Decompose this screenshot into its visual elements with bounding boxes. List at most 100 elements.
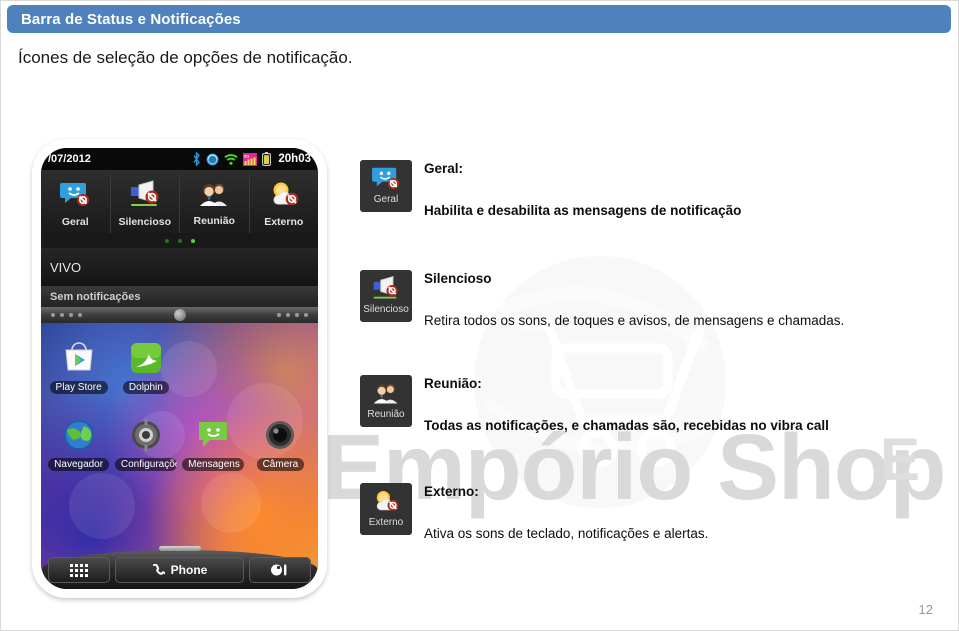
dock-tab-handle[interactable] bbox=[158, 546, 201, 551]
slide-page: Empório Shop E Barra de Status e Notific… bbox=[0, 0, 959, 631]
app-navegador[interactable]: Navegador bbox=[45, 416, 112, 471]
grip-dots-right bbox=[277, 313, 308, 317]
app-label: Dolphin bbox=[122, 381, 169, 394]
globe-browser-icon bbox=[60, 416, 98, 454]
quick-settings-panel: Geral Silencioso Reunião Externo bbox=[41, 170, 318, 248]
battery-icon bbox=[262, 152, 272, 166]
camera-lens-icon bbox=[261, 416, 299, 454]
thumb-externo: Externo bbox=[360, 483, 412, 535]
notification-drag-handle[interactable] bbox=[41, 307, 318, 323]
status-date: /07/2012 bbox=[48, 153, 91, 165]
bokeh-circle bbox=[201, 473, 261, 533]
app-label: Navegador bbox=[48, 458, 110, 471]
description-item-geral: Geral Geral: Habilita e desabilita as me… bbox=[360, 160, 940, 270]
description-item-silencioso: Silencioso Silencioso Retira todos os so… bbox=[360, 270, 940, 375]
app-drawer-icon bbox=[70, 563, 88, 577]
description-text-geral: Geral: Habilita e desabilita as mensagen… bbox=[412, 160, 741, 219]
carrier-strip: VIVO bbox=[41, 248, 318, 286]
carrier-name: VIVO bbox=[50, 259, 82, 275]
people-icon bbox=[372, 379, 400, 407]
bokeh-circle bbox=[69, 473, 135, 539]
description-title: Geral: bbox=[424, 161, 464, 176]
settings-gear-icon bbox=[127, 416, 165, 454]
quick-toggle-label: Externo bbox=[264, 216, 304, 228]
phone-button[interactable]: Phone bbox=[115, 557, 244, 583]
phone-screen: /07/2012 3G 20h03 Geral Silencioso Reuni… bbox=[41, 148, 318, 589]
thumb-geral: Geral bbox=[360, 160, 412, 212]
app-grid: Play Store Dolphin Navegador Configuraçõ… bbox=[41, 323, 318, 471]
phone-homescreen: Play Store Dolphin Navegador Configuraçõ… bbox=[41, 323, 318, 589]
thumb-label: Silencioso bbox=[363, 304, 409, 315]
app-label: Mensagens bbox=[182, 458, 245, 471]
quick-toggle-label: Reunião bbox=[193, 215, 235, 227]
status-icon-group: 3G bbox=[192, 152, 272, 166]
thumb-label: Externo bbox=[368, 517, 404, 528]
app-play-store[interactable]: Play Store bbox=[45, 339, 112, 394]
quick-toggle-reuniao[interactable]: Reunião bbox=[180, 175, 250, 233]
sun-cloud-disabled-icon bbox=[268, 180, 300, 213]
app-configuracoes[interactable]: Configurações bbox=[112, 416, 179, 471]
description-text-silencioso: Silencioso Retira todos os sons, de toqu… bbox=[412, 270, 844, 329]
megaphone-disabled-icon bbox=[129, 180, 161, 213]
wifi-icon bbox=[224, 153, 239, 165]
intro-caption: Ícones de seleção de opções de notificaç… bbox=[18, 48, 353, 67]
app-spacer-1 bbox=[180, 339, 247, 394]
contacts-button[interactable] bbox=[249, 557, 311, 583]
app-spacer-2 bbox=[247, 339, 314, 394]
svg-text:3G: 3G bbox=[244, 153, 249, 158]
message-bubble-disabled-icon bbox=[60, 180, 90, 213]
description-body: Ativa os sons de teclado, notificações e… bbox=[424, 526, 709, 542]
bluetooth-icon bbox=[193, 152, 201, 166]
quick-toggle-geral[interactable]: Geral bbox=[41, 175, 111, 233]
app-label: Play Store bbox=[49, 381, 108, 394]
description-body: Retira todos os sons, de toques e avisos… bbox=[424, 313, 845, 329]
description-title: Externo: bbox=[424, 484, 479, 499]
app-dolphin[interactable]: Dolphin bbox=[112, 339, 179, 394]
quick-toggle-label: Geral bbox=[61, 216, 89, 228]
thumb-label: Geral bbox=[373, 194, 399, 205]
status-time: 20h03 bbox=[278, 153, 311, 165]
dolphin-browser-icon bbox=[127, 339, 165, 377]
thumb-reuniao: Reunião bbox=[360, 375, 412, 427]
description-body: Habilita e desabilita as mensagens de no… bbox=[424, 203, 742, 219]
description-title: Reunião: bbox=[424, 376, 482, 391]
signal-3g-icon: 3G bbox=[243, 152, 258, 166]
description-title: Silencioso bbox=[424, 271, 492, 286]
grip-dots-left bbox=[51, 313, 82, 317]
sun-cloud-disabled-icon bbox=[372, 487, 400, 515]
phone-status-bar: /07/2012 3G 20h03 bbox=[41, 148, 318, 170]
app-drawer-button[interactable] bbox=[48, 557, 110, 583]
quick-toggle-label: Silencioso bbox=[118, 216, 171, 228]
description-body: Todas as notificações, e chamadas são, r… bbox=[424, 418, 829, 434]
play-store-icon bbox=[60, 339, 98, 377]
quick-toggle-externo[interactable]: Externo bbox=[250, 175, 319, 233]
quick-toggle-silencioso[interactable]: Silencioso bbox=[111, 175, 180, 233]
no-notifications-row: Sem notificações bbox=[41, 286, 318, 307]
app-mensagens[interactable]: Mensagens bbox=[180, 416, 247, 471]
drag-grip-icon bbox=[173, 309, 186, 321]
no-notifications-label: Sem notificações bbox=[50, 290, 141, 303]
description-item-externo: Externo Externo: Ativa os sons de teclad… bbox=[360, 483, 940, 563]
people-icon bbox=[198, 181, 230, 212]
description-text-externo: Externo: Ativa os sons de teclado, notif… bbox=[412, 483, 708, 542]
megaphone-disabled-icon bbox=[372, 274, 400, 302]
page-title: Barra de Status e Notificações bbox=[21, 10, 241, 28]
phone-handset-icon bbox=[152, 563, 165, 575]
thumb-label: Reunião bbox=[367, 409, 405, 420]
app-camera[interactable]: Câmera bbox=[247, 416, 314, 471]
quick-settings-row: Geral Silencioso Reunião Externo bbox=[41, 175, 318, 233]
header-bar: Barra de Status e Notificações bbox=[7, 5, 951, 33]
dock-phone-label: Phone bbox=[170, 563, 208, 577]
app-label: Configurações bbox=[114, 458, 177, 471]
thumb-silencioso: Silencioso bbox=[360, 270, 412, 322]
notification-mode-descriptions: Geral Geral: Habilita e desabilita as me… bbox=[360, 160, 940, 563]
page-number: 12 bbox=[918, 602, 933, 617]
contacts-icon bbox=[271, 564, 287, 576]
description-item-reuniao: Reunião Reunião: Todas as notificações, … bbox=[360, 375, 940, 483]
sms-bubble-icon bbox=[194, 416, 232, 454]
message-bubble-disabled-icon bbox=[372, 164, 400, 192]
phone-mockup: /07/2012 3G 20h03 Geral Silencioso Reuni… bbox=[32, 139, 327, 598]
app-label: Câmera bbox=[256, 458, 305, 471]
page-dot-active bbox=[190, 238, 195, 243]
sync-icon bbox=[206, 153, 219, 165]
